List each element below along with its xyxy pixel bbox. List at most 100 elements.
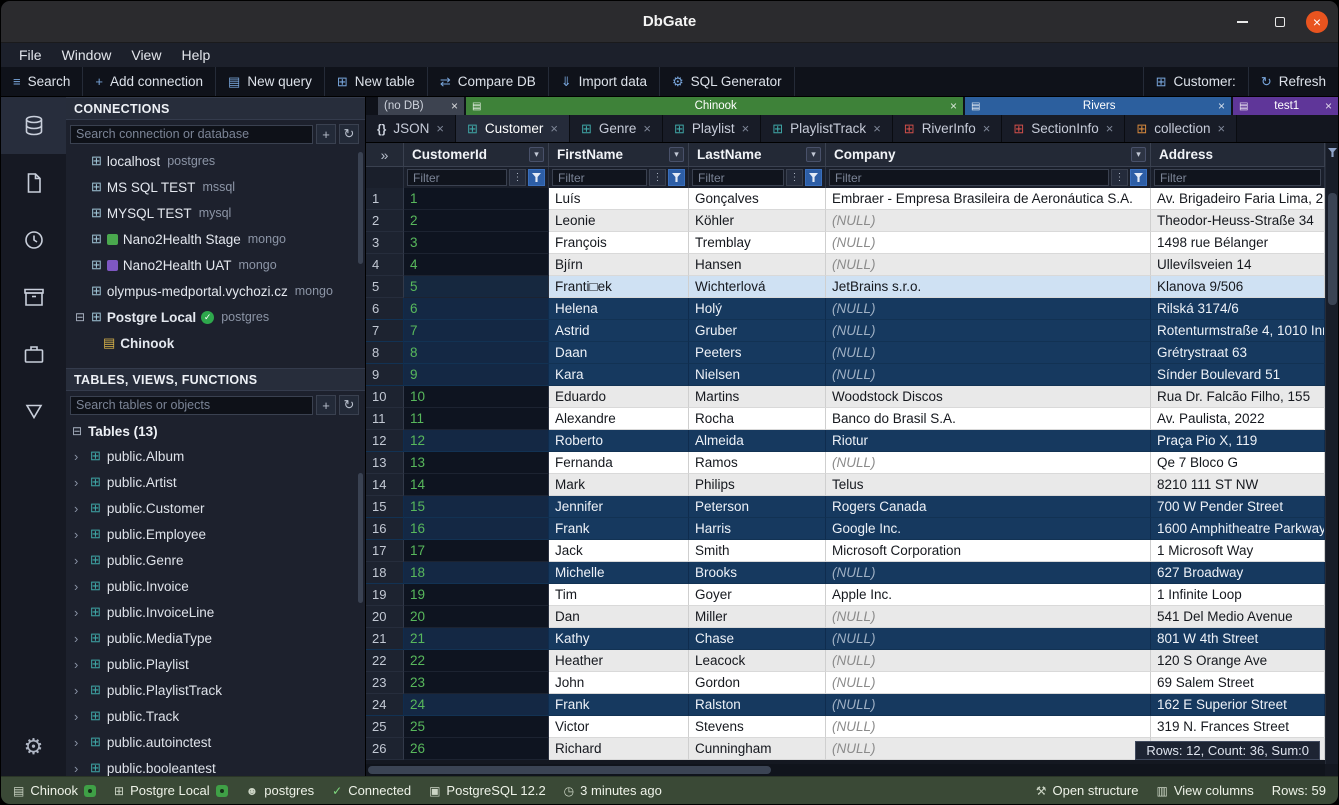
status-item[interactable]: ☻ postgres [246,783,315,798]
row-number[interactable]: 7 [366,320,404,342]
cell-address[interactable]: Praça Pio X, 119 [1151,430,1325,452]
cell-company[interactable]: (NULL) [826,716,1151,738]
tables-group-row[interactable]: ⊟ Tables (13) [66,419,365,443]
table-tab[interactable]: ⊞ PlaylistTrack × [761,115,893,142]
chevron-right-icon[interactable]: › [74,631,84,646]
cell-address[interactable]: 1498 rue Bélanger [1151,232,1325,254]
cell-firstname[interactable]: Richard [549,738,689,760]
filter-menu-icon[interactable]: ⋮ [509,169,526,186]
cell-company[interactable]: Embraer - Empresa Brasileira de Aeronáut… [826,188,1151,210]
chevron-right-icon[interactable]: › [74,449,84,464]
cell-lastname[interactable]: Philips [689,474,826,496]
cell-firstname[interactable]: Mark [549,474,689,496]
horizontal-scrollbar-thumb[interactable] [368,766,771,774]
status-item[interactable]: ⚒ Open structure [1036,783,1139,798]
cell-lastname[interactable]: Martins [689,386,826,408]
horizontal-scrollbar[interactable] [366,764,1325,776]
cell-customerid[interactable]: 17 [404,540,549,562]
cell-firstname[interactable]: Tim [549,584,689,606]
cell-firstname[interactable]: Jennifer [549,496,689,518]
column-filter-input[interactable] [407,169,507,186]
table-tab[interactable]: ⊞ collection × [1125,115,1237,142]
cell-firstname[interactable]: Roberto [549,430,689,452]
cell-firstname[interactable]: Dan [549,606,689,628]
cell-firstname[interactable]: Jack [549,540,689,562]
cell-company[interactable]: (NULL) [826,342,1151,364]
row-number[interactable]: 23 [366,672,404,694]
status-item[interactable]: ◷ 3 minutes ago [564,783,662,798]
table-tab[interactable]: ⊞ Genre × [570,115,663,142]
row-number[interactable]: 13 [366,452,404,474]
connection-item[interactable]: ⊟ ⊞ olympus-medportal.vychozi.cz ✓ mongo [66,278,365,304]
cell-company[interactable]: (NULL) [826,694,1151,716]
row-number[interactable]: 5 [366,276,404,298]
chevron-right-icon[interactable]: › [74,475,84,490]
scrollbar-thumb[interactable] [358,473,363,603]
cell-address[interactable]: Rotenturmstraße 4, 1010 Innere Stadt [1151,320,1325,342]
collapse-icon[interactable]: ⊟ [74,310,86,324]
cell-address[interactable]: Av. Brigadeiro Faria Lima, 2170 [1151,188,1325,210]
menu-item[interactable]: File [9,47,52,63]
cell-address[interactable]: 1600 Amphitheatre Parkway [1151,518,1325,540]
table-tree-item[interactable]: › ⊞ public.autoinctest [66,729,365,755]
database-tab[interactable]: ▤ Chinook × [466,97,963,115]
cell-address[interactable]: 8210 111 ST NW [1151,474,1325,496]
table-tree-item[interactable]: › ⊞ public.Album [66,443,365,469]
cell-customerid[interactable]: 2 [404,210,549,232]
toolbar-button[interactable]: ▤ New query [216,67,325,96]
table-tree-item[interactable]: › ⊞ public.Employee [66,521,365,547]
cell-customerid[interactable]: 1 [404,188,549,210]
cell-company[interactable]: (NULL) [826,452,1151,474]
cell-customerid[interactable]: 8 [404,342,549,364]
column-menu-dropdown-icon[interactable]: ▾ [1131,147,1146,162]
cell-customerid[interactable]: 9 [404,364,549,386]
cell-lastname[interactable]: Peeters [689,342,826,364]
table-tab[interactable]: ⊞ Playlist × [663,115,761,142]
cell-company[interactable]: Telus [826,474,1151,496]
vertical-scrollbar[interactable] [1325,143,1338,764]
column-filter-input[interactable] [1154,169,1321,186]
table-tab[interactable]: ⊞ RiverInfo × [893,115,1003,142]
cell-firstname[interactable]: Fernanda [549,452,689,474]
cell-customerid[interactable]: 20 [404,606,549,628]
cell-company[interactable]: (NULL) [826,298,1151,320]
table-tree-item[interactable]: › ⊞ public.Invoice [66,573,365,599]
menu-item[interactable]: View [121,47,171,63]
row-number[interactable]: 15 [366,496,404,518]
nav-cell-data[interactable] [1,382,66,439]
cell-lastname[interactable]: Holý [689,298,826,320]
cell-address[interactable]: Rua Dr. Falcão Filho, 155 [1151,386,1325,408]
cell-lastname[interactable]: Gruber [689,320,826,342]
cell-address[interactable]: 541 Del Medio Avenue [1151,606,1325,628]
connection-item[interactable]: ⊟ ⊞ MS SQL TEST ✓ mssql [66,174,365,200]
cell-firstname[interactable]: Bjírn [549,254,689,276]
table-tree-item[interactable]: › ⊞ public.Playlist [66,651,365,677]
cell-company[interactable]: Riotur [826,430,1151,452]
database-tab[interactable]: ▤ test1 × [1233,97,1338,115]
close-icon[interactable]: × [550,121,558,136]
table-tree-item[interactable]: › ⊞ public.InvoiceLine [66,599,365,625]
row-number[interactable]: 6 [366,298,404,320]
row-number[interactable]: 11 [366,408,404,430]
cell-lastname[interactable]: Brooks [689,562,826,584]
status-item[interactable]: ▥ View columns [1156,783,1253,798]
cell-lastname[interactable]: Köhler [689,210,826,232]
row-number[interactable]: 14 [366,474,404,496]
row-number[interactable]: 4 [366,254,404,276]
cell-customerid[interactable]: 4 [404,254,549,276]
cell-company[interactable]: (NULL) [826,210,1151,232]
cell-company[interactable]: (NULL) [826,738,1151,760]
connection-item[interactable]: ⊟ ▤ Chinook ✓ [66,330,365,356]
cell-firstname[interactable]: Michelle [549,562,689,584]
cell-firstname[interactable]: Frank [549,518,689,540]
maximize-button[interactable] [1268,10,1292,34]
cell-lastname[interactable]: Rocha [689,408,826,430]
cell-customerid[interactable]: 23 [404,672,549,694]
column-filter-input[interactable] [552,169,647,186]
column-menu-dropdown-icon[interactable]: ▾ [529,147,544,162]
table-search-input[interactable] [70,396,313,415]
cell-address[interactable]: Rilská 3174/6 [1151,298,1325,320]
connection-search-input[interactable] [70,125,313,144]
chevron-right-icon[interactable]: › [74,501,84,516]
filter-funnel-icon[interactable] [805,169,822,186]
